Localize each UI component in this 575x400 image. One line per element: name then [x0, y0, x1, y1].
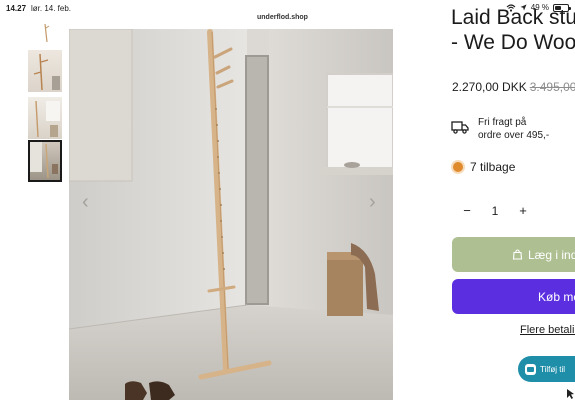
quantity-decrease-button[interactable]: − — [458, 203, 476, 218]
price: 2.270,00 DKK 3.495,00 — [452, 80, 575, 94]
app-icon — [525, 363, 536, 375]
stock-text: 7 tilbage — [470, 160, 516, 174]
gallery-next-button[interactable]: › — [369, 192, 376, 212]
add-to-cart-label: Læg i ind — [528, 247, 575, 262]
buy-now-label: Køb me — [538, 289, 575, 304]
add-to-cart-button[interactable]: Læg i ind — [452, 237, 575, 272]
price-old: 3.495,00 — [529, 80, 575, 94]
shipping-line2: ordre over 495,- — [478, 130, 550, 141]
quantity-value[interactable]: 1 — [476, 204, 514, 218]
truck-icon — [451, 121, 469, 134]
status-time: 14.27 — [6, 4, 27, 13]
thumbnail-4[interactable] — [28, 140, 62, 182]
gallery-prev-button[interactable]: ‹ — [82, 192, 89, 212]
product-title-line2: - We Do Woo — [451, 31, 575, 54]
add-to-app-button[interactable]: Tilføj til — [518, 356, 575, 382]
shipping-info: Fri fragt på ordre over 495,- — [451, 116, 549, 142]
thumbnail-3[interactable] — [28, 97, 62, 139]
shopping-bag-icon — [512, 249, 523, 260]
cursor-icon — [567, 389, 574, 399]
status-date: lør. 14. feb. — [31, 4, 72, 13]
add-to-app-label: Tilføj til — [540, 364, 566, 374]
product-title: Laid Back stu - We Do Woo — [451, 6, 575, 55]
stock-dot-icon — [453, 162, 463, 172]
url-bar[interactable]: underflod.shop — [253, 14, 312, 26]
product-main-image[interactable] — [69, 29, 393, 400]
shipping-text: Fri fragt på ordre over 495,- — [478, 116, 549, 142]
quantity-increase-button[interactable]: + — [514, 203, 532, 218]
quantity-stepper: − 1 + — [458, 203, 532, 218]
thumbnail-2[interactable] — [28, 50, 62, 92]
stock-status: 7 tilbage — [453, 160, 515, 174]
product-title-line1: Laid Back stu — [451, 6, 575, 29]
more-payment-options-link[interactable]: Flere betalin — [520, 324, 575, 336]
buy-now-button[interactable]: Køb me — [452, 279, 575, 314]
shipping-line1: Fri fragt på — [478, 117, 527, 128]
thumbnail-1[interactable] — [28, 22, 62, 44]
price-current: 2.270,00 DKK — [452, 80, 527, 94]
